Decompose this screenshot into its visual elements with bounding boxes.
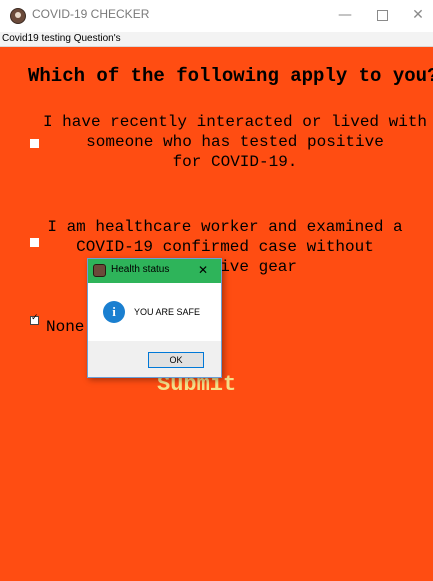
- dialog-title: Health status: [111, 264, 170, 275]
- option-1-checkbox[interactable]: [30, 139, 39, 148]
- close-button[interactable]: ✕: [403, 4, 433, 26]
- app-icon: [10, 8, 26, 24]
- option-1-label[interactable]: I have recently interacted or lived with…: [40, 112, 430, 172]
- app-icon: [93, 264, 106, 277]
- window-title: COVID-19 CHECKER: [32, 7, 150, 21]
- maximize-button[interactable]: [367, 4, 397, 26]
- menu-bar: Covid19 testing Question's: [0, 32, 433, 47]
- question-heading: Which of the following apply to you?: [28, 65, 433, 87]
- dialog-body: i YOU ARE SAFE: [88, 283, 221, 341]
- dialog-titlebar: Health status ✕: [88, 259, 221, 283]
- health-status-dialog: Health status ✕ i YOU ARE SAFE OK: [87, 258, 222, 378]
- maximize-icon: [376, 9, 388, 21]
- option-none-checkbox[interactable]: [30, 313, 39, 325]
- info-icon: i: [103, 301, 125, 323]
- minimize-button[interactable]: —: [330, 4, 360, 26]
- dialog-close-button[interactable]: ✕: [198, 262, 208, 278]
- dialog-message: YOU ARE SAFE: [134, 307, 201, 317]
- ok-button[interactable]: OK: [148, 352, 204, 368]
- menu-item-covid19-testing[interactable]: Covid19 testing Question's: [2, 32, 121, 46]
- window-titlebar: COVID-19 CHECKER — ✕: [0, 0, 433, 32]
- option-none-label[interactable]: None: [46, 317, 84, 337]
